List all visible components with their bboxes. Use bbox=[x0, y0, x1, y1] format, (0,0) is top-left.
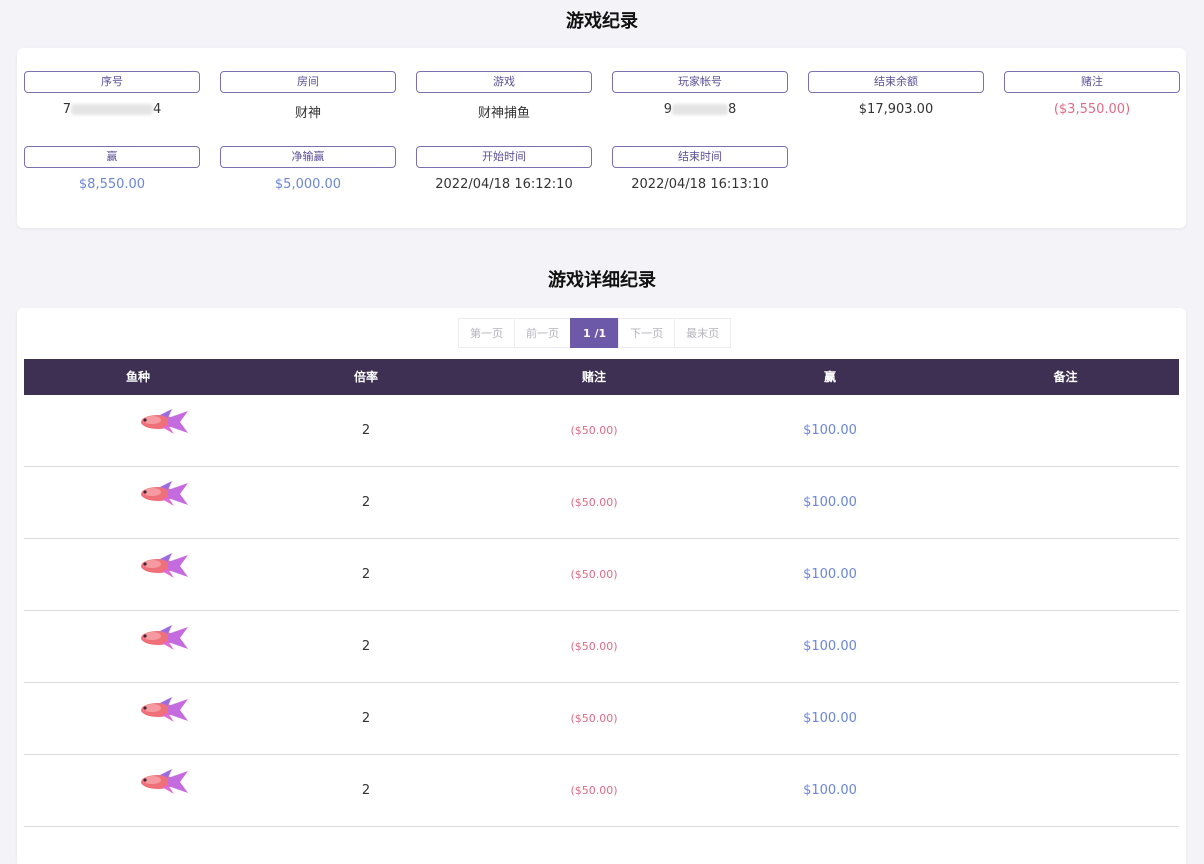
field-end-balance: 结束余额 $17,903.00 bbox=[808, 71, 984, 117]
account-suffix: 8 bbox=[728, 102, 737, 117]
multiplier-cell: 2 bbox=[361, 783, 371, 798]
field-label-player-account: 玩家帐号 bbox=[612, 71, 788, 93]
win-cell: $100.00 bbox=[803, 495, 857, 510]
fish-cell bbox=[24, 467, 252, 539]
serial-prefix: 7 bbox=[62, 102, 71, 117]
pagination: 第一页 前一页 1 /1 下一页 最末页 bbox=[458, 318, 732, 348]
fish-cell bbox=[24, 755, 252, 827]
last-page-button[interactable]: 最末页 bbox=[674, 318, 732, 348]
field-label-end-balance: 结束余额 bbox=[808, 71, 984, 93]
fish-cell bbox=[24, 683, 252, 755]
field-start-time: 开始时间 2022/04/18 16:12:10 bbox=[416, 146, 592, 192]
field-player-account: 玩家帐号 98 bbox=[612, 71, 788, 117]
bet-cell: ($50.00) bbox=[570, 568, 618, 581]
field-label-net: 净输赢 bbox=[220, 146, 396, 168]
field-label-start-time: 开始时间 bbox=[416, 146, 592, 168]
note-cell bbox=[952, 467, 1179, 539]
table-body: 2 ($50.00) $100.00 2 ($50.00) $100.00 2 ($50.00… bbox=[24, 395, 1179, 827]
redacted-block bbox=[672, 104, 728, 115]
field-value-end-time: 2022/04/18 16:13:10 bbox=[631, 177, 769, 192]
field-value-end-balance: $17,903.00 bbox=[858, 102, 934, 117]
table-header: 鱼种 倍率 赌注 赢 备注 bbox=[24, 359, 1179, 395]
field-label-win: 赢 bbox=[24, 146, 200, 168]
note-cell bbox=[952, 611, 1179, 683]
column-header-fish: 鱼种 bbox=[125, 370, 150, 384]
bet-cell: ($50.00) bbox=[570, 784, 618, 797]
bet-cell: ($50.00) bbox=[570, 712, 618, 725]
field-win: 赢 $8,550.00 bbox=[24, 146, 200, 192]
field-net: 净输赢 $5,000.00 bbox=[220, 146, 396, 192]
table-row: 2 ($50.00) $100.00 bbox=[24, 467, 1179, 539]
multiplier-cell: 2 bbox=[361, 567, 371, 582]
bet-cell: ($50.00) bbox=[570, 496, 618, 509]
table-row: 2 ($50.00) $100.00 bbox=[24, 539, 1179, 611]
win-cell: $100.00 bbox=[803, 783, 857, 798]
table-row: 2 ($50.00) $100.00 bbox=[24, 611, 1179, 683]
fish-cell bbox=[24, 611, 252, 683]
field-label-bet: 赌注 bbox=[1004, 71, 1180, 93]
field-label-room: 房间 bbox=[220, 71, 396, 93]
field-value-start-time: 2022/04/18 16:12:10 bbox=[435, 177, 573, 192]
column-header-bet: 赌注 bbox=[581, 370, 606, 384]
next-page-button[interactable]: 下一页 bbox=[618, 318, 676, 348]
field-label-game: 游戏 bbox=[416, 71, 592, 93]
note-cell bbox=[952, 395, 1179, 467]
record-title: 游戏纪录 bbox=[566, 11, 638, 32]
note-cell bbox=[952, 539, 1179, 611]
account-prefix: 9 bbox=[663, 102, 672, 117]
multiplier-cell: 2 bbox=[361, 495, 371, 510]
win-cell: $100.00 bbox=[803, 711, 857, 726]
serial-suffix: 4 bbox=[153, 102, 162, 117]
prev-page-button[interactable]: 前一页 bbox=[514, 318, 571, 348]
pink-fish-icon bbox=[138, 395, 190, 467]
field-value-serial: 74 bbox=[24, 102, 200, 117]
column-header-win: 赢 bbox=[823, 370, 836, 384]
multiplier-cell: 2 bbox=[361, 423, 371, 438]
note-cell bbox=[952, 755, 1179, 827]
field-room: 房间 财神 bbox=[220, 71, 396, 121]
detail-title: 游戏详细纪录 bbox=[548, 270, 656, 291]
pink-fish-icon bbox=[138, 467, 190, 539]
detail-card: 第一页 前一页 1 /1 下一页 最末页 鱼种 倍率 赌注 赢 备注 2 ($50… bbox=[17, 308, 1186, 864]
win-cell: $100.00 bbox=[803, 639, 857, 654]
pink-fish-icon bbox=[138, 539, 190, 611]
field-value-win: $8,550.00 bbox=[78, 177, 146, 192]
fish-cell bbox=[24, 539, 252, 611]
table-row: 2 ($50.00) $100.00 bbox=[24, 395, 1179, 467]
field-label-serial: 序号 bbox=[24, 71, 200, 93]
table-row: 2 ($50.00) $100.00 bbox=[24, 755, 1179, 827]
fish-cell bbox=[24, 395, 252, 467]
field-game: 游戏 财神捕鱼 bbox=[416, 71, 592, 121]
field-label-end-time: 结束时间 bbox=[612, 146, 788, 168]
field-value-net: $5,000.00 bbox=[274, 177, 342, 192]
field-value-bet: ($3,550.00) bbox=[1053, 102, 1131, 117]
field-value-player-account: 98 bbox=[612, 102, 788, 117]
pink-fish-icon bbox=[138, 755, 190, 827]
multiplier-cell: 2 bbox=[361, 711, 371, 726]
field-end-time: 结束时间 2022/04/18 16:13:10 bbox=[612, 146, 788, 192]
win-cell: $100.00 bbox=[803, 567, 857, 582]
record-summary-card: 序号 74 房间 财神 游戏 财神捕鱼 玩家帐号 98 结束余额 $17,903… bbox=[17, 48, 1186, 228]
pink-fish-icon bbox=[138, 683, 190, 755]
current-page-indicator: 1 /1 bbox=[570, 318, 620, 348]
column-header-multiplier: 倍率 bbox=[353, 370, 378, 384]
win-cell: $100.00 bbox=[803, 423, 857, 438]
multiplier-cell: 2 bbox=[361, 639, 371, 654]
note-cell bbox=[952, 683, 1179, 755]
column-header-note: 备注 bbox=[1053, 370, 1078, 384]
bet-cell: ($50.00) bbox=[570, 424, 618, 437]
field-serial: 序号 74 bbox=[24, 71, 200, 117]
field-value-game: 财神捕鱼 bbox=[477, 106, 530, 121]
bet-cell: ($50.00) bbox=[570, 640, 618, 653]
field-value-room: 财神 bbox=[294, 106, 321, 121]
table-row: 2 ($50.00) $100.00 bbox=[24, 683, 1179, 755]
redacted-block bbox=[71, 104, 153, 115]
field-bet: 赌注 ($3,550.00) bbox=[1004, 71, 1180, 117]
first-page-button[interactable]: 第一页 bbox=[458, 318, 515, 348]
pink-fish-icon bbox=[138, 611, 190, 683]
